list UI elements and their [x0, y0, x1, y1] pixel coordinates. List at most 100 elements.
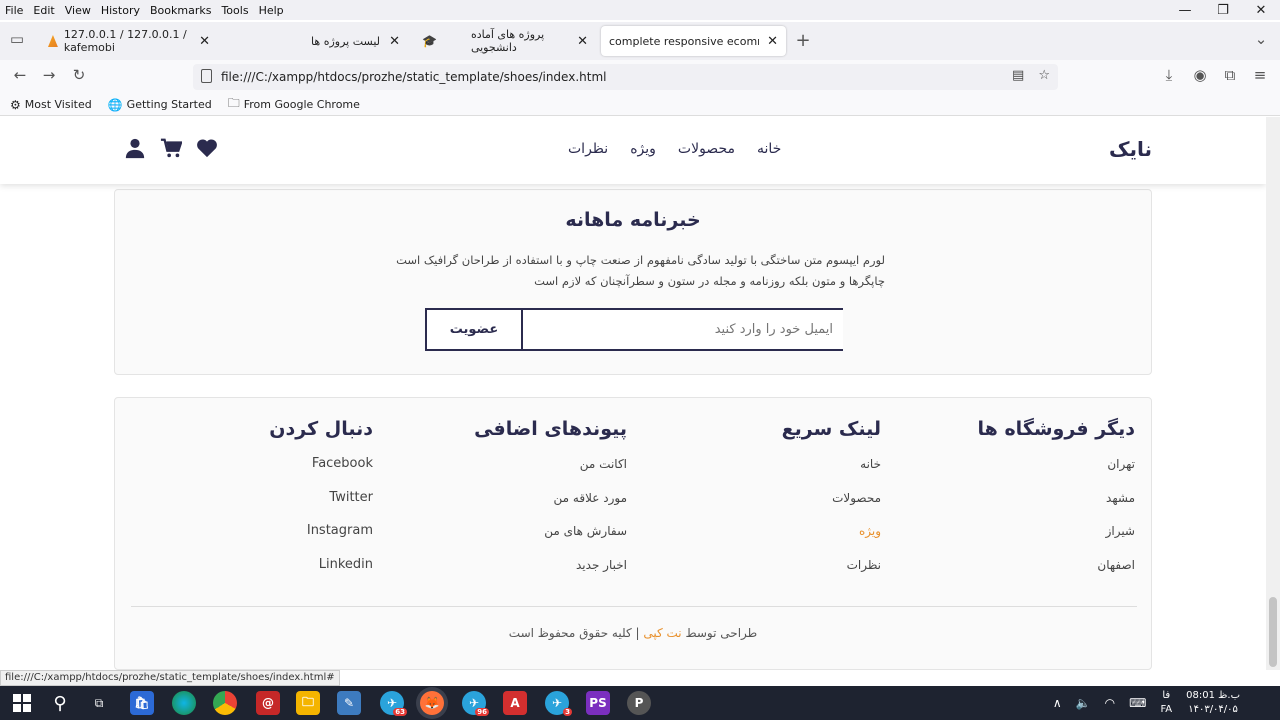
wifi-icon[interactable]: ◠ [1105, 696, 1115, 710]
footer-link[interactable]: محصولات [641, 488, 881, 522]
clock-date: ۱۴۰۳/۰۴/۰۵ [1188, 704, 1238, 715]
downloads-icon[interactable]: ⤓ [1158, 66, 1180, 84]
menu-edit[interactable]: Edit [28, 4, 59, 17]
taskbar: ⚲ ⧉ 🛍 @ 🗀 ✎ ✈ 63 🦊 ✈ 96 A ✈ 3 PS P ∧ 🔈 ◠ ⌨ … [0, 686, 1280, 720]
menu-help[interactable]: Help [254, 4, 289, 17]
nav-featured[interactable]: ویژه [630, 141, 656, 157]
page-icon [201, 69, 212, 83]
minimize-button[interactable]: — [1166, 0, 1204, 22]
credit-suffix: | کلیه حقوق محفوظ است [508, 626, 640, 640]
footer-link-facebook[interactable]: Facebook [133, 454, 373, 488]
footer-link-linkedin[interactable]: Linkedin [133, 555, 373, 589]
footer-link[interactable]: نظرات [641, 555, 881, 589]
page-scrollbar[interactable] [1266, 117, 1280, 670]
menu-history[interactable]: History [96, 4, 145, 17]
chrome-icon[interactable] [213, 691, 237, 715]
list-all-tabs-icon[interactable]: ⌄ [1250, 30, 1272, 48]
close-tab-icon[interactable]: ✕ [389, 34, 400, 49]
close-tab-icon[interactable]: ✕ [199, 34, 210, 49]
scrollbar-thumb[interactable] [1269, 597, 1277, 667]
close-tab-icon[interactable]: ✕ [767, 34, 778, 49]
footer-column-quick-links: لینک سریع خانه محصولات ویژه نظرات [641, 418, 881, 588]
acrobat-icon[interactable]: A [503, 691, 527, 715]
close-window-button[interactable]: ✕ [1242, 0, 1280, 22]
close-tab-icon[interactable]: ✕ [577, 34, 588, 49]
tab-student-projects[interactable]: 🎓 پروژه های آماده دانشجویی ✕ [414, 26, 596, 56]
footer-link[interactable]: مورد علاقه من [387, 488, 627, 522]
language-indicator[interactable]: فا FA [1160, 689, 1172, 717]
tab-ecommerce[interactable]: complete responsive ecommerce w ✕ [601, 26, 786, 56]
footer-link[interactable]: اکانت من [387, 454, 627, 488]
heart-icon[interactable] [196, 137, 218, 159]
task-view-icon[interactable]: ⧉ [87, 691, 111, 715]
footer-link[interactable]: تهران [895, 454, 1135, 488]
forward-button[interactable]: → [38, 66, 60, 84]
footer-link[interactable]: سفارش های من [387, 521, 627, 555]
bookmark-from-google-chrome[interactable]: 🗀 From Google Chrome [228, 94, 360, 115]
menu-file[interactable]: File [0, 4, 28, 17]
subscribe-button[interactable]: عضویت [425, 308, 523, 351]
nav-products[interactable]: محصولات [678, 141, 735, 157]
url-text: file:///C:/xampp/htdocs/prozhe/static_te… [221, 70, 607, 84]
tab-overview-icon[interactable]: ▭ [6, 30, 28, 48]
reload-button[interactable]: ↻ [68, 66, 90, 84]
footer-link[interactable]: اخبار جدید [387, 555, 627, 589]
reader-view-icon[interactable]: ▤ [1012, 68, 1024, 83]
search-icon[interactable]: ⚲ [48, 691, 72, 715]
notepad-icon[interactable]: ✎ [337, 691, 361, 715]
menu-view[interactable]: View [60, 4, 96, 17]
store-icon[interactable]: 🛍 [130, 691, 154, 715]
account-icon[interactable]: ◉ [1189, 66, 1211, 84]
footer-link[interactable]: ویژه [641, 521, 881, 555]
menu-bookmarks[interactable]: Bookmarks [145, 4, 216, 17]
language-code: FA [1160, 704, 1173, 715]
footer-column-title: دنبال کردن [269, 418, 373, 440]
restore-button[interactable]: ❐ [1204, 0, 1242, 22]
file-explorer-icon[interactable]: 🗀 [296, 691, 320, 715]
url-bar[interactable]: file:///C:/xampp/htdocs/prozhe/static_te… [193, 64, 1058, 90]
telegram-icon[interactable]: ✈ 96 [462, 691, 489, 716]
user-icon[interactable] [124, 137, 146, 159]
back-button[interactable]: ← [9, 66, 31, 84]
telegram-icon[interactable]: ✈ 63 [380, 691, 407, 716]
footer-column-extra-links: پیوندهای اضافی اکانت من مورد علاقه من سف… [387, 418, 627, 588]
new-tab-button[interactable]: + [792, 30, 814, 51]
footer-link[interactable]: خانه [641, 454, 881, 488]
nav-home[interactable]: خانه [757, 141, 781, 157]
tab-phpmyadmin[interactable]: 127.0.0.1 / 127.0.0.1 / kafemobi ✕ [40, 26, 218, 56]
volume-icon[interactable]: 🔈 [1076, 696, 1091, 710]
bookmark-star-icon[interactable]: ☆ [1038, 68, 1050, 83]
nav-reviews[interactable]: نظرات [568, 141, 608, 157]
keyboard-icon[interactable]: ⌨ [1129, 696, 1146, 710]
bookmark-getting-started[interactable]: 🌐 Getting Started [108, 98, 212, 112]
edge-icon[interactable] [172, 691, 196, 715]
footer-link-instagram[interactable]: Instagram [133, 521, 373, 555]
app-menu-icon[interactable]: ≡ [1249, 66, 1271, 84]
email-input[interactable] [523, 308, 843, 351]
menu-tools[interactable]: Tools [216, 4, 253, 17]
footer-link[interactable]: اصفهان [895, 555, 1135, 589]
telegram-icon[interactable]: ✈ 3 [545, 691, 572, 716]
footer-link[interactable]: مشهد [895, 488, 1135, 522]
credit-brand[interactable]: نت کپی [643, 626, 681, 640]
tab-project-list[interactable]: لیست پروژه ها ✕ [226, 26, 408, 56]
extensions-icon[interactable]: ⧉ [1219, 66, 1241, 84]
windows-start-icon[interactable] [10, 691, 34, 715]
bookmark-most-visited[interactable]: ⚙ Most Visited [10, 98, 92, 112]
site-nav: خانه محصولات ویژه نظرات [568, 141, 781, 157]
gear-icon: ⚙ [10, 97, 21, 112]
header-icons [124, 137, 218, 159]
newsletter-text-line: لورم ایپسوم متن ساختگی با تولید سادگی نا… [396, 253, 885, 267]
phpstorm-icon[interactable]: PS [586, 691, 610, 715]
app-icon[interactable]: @ [256, 691, 280, 715]
status-url: file:///C:/xampp/htdocs/prozhe/static_te… [0, 670, 340, 686]
footer-link[interactable]: شیراز [895, 521, 1135, 555]
cart-icon[interactable] [160, 137, 182, 159]
site-logo[interactable]: نایک [1109, 137, 1152, 161]
p-app-icon[interactable]: P [627, 691, 651, 715]
firefox-icon[interactable]: 🦊 [420, 691, 444, 715]
footer-link-twitter[interactable]: Twitter [133, 488, 373, 522]
chevron-up-icon[interactable]: ∧ [1053, 696, 1062, 710]
clock[interactable]: ب.ظ 08:01 ۱۴۰۳/۰۴/۰۵ [1186, 689, 1240, 717]
footer-column-stores: دیگر فروشگاه ها تهران مشهد شیراز اصفهان [895, 418, 1135, 588]
